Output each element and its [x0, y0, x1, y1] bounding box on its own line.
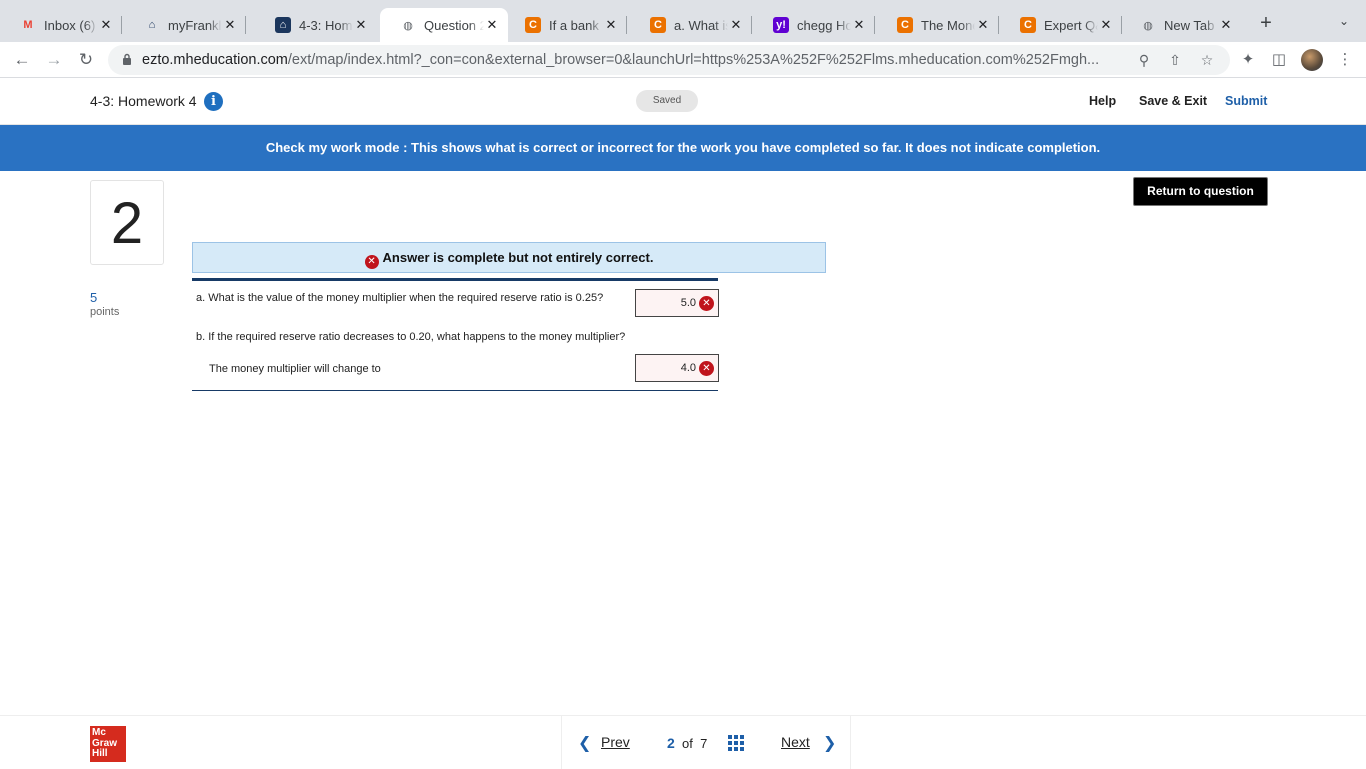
forward-arrow-icon[interactable]: → — [44, 50, 64, 70]
zoom-icon[interactable]: ⚲ — [1135, 51, 1153, 69]
result-status-text: Answer is complete but not entirely corr… — [382, 250, 654, 265]
assignment-title: 4-3: Homework 4 — [90, 93, 197, 109]
current-page: 2 — [667, 735, 675, 751]
answer-b-field[interactable]: 4.0 ✕ — [635, 354, 719, 382]
close-tab-icon[interactable]: ✕ — [353, 17, 369, 33]
browser-tab[interactable]: C The Mone ✕ — [877, 8, 999, 42]
incorrect-x-icon: ✕ — [699, 296, 714, 311]
answer-table-bottom-rule — [192, 390, 718, 391]
side-panel-icon[interactable]: ◫ — [1269, 50, 1289, 70]
tab-search-chevron-down-icon[interactable]: ⌄ — [1334, 14, 1354, 34]
chevron-right-icon[interactable]: ❯ — [823, 733, 836, 753]
browser-tab-title: chegg How — [797, 17, 851, 33]
browser-tab[interactable]: ⌂ myFranklin✕ — [124, 8, 246, 42]
answer-a-value: 5.0 — [680, 297, 696, 309]
browser-toolbar: ← → ↻ ezto.mheducation.com/ext/map/index… — [0, 42, 1366, 78]
chegg-icon: C — [1020, 17, 1036, 33]
browser-tab-title: 4-3: Home — [299, 17, 353, 33]
points-value: 5 — [90, 290, 98, 305]
browser-tab[interactable]: y! chegg How✕ — [753, 8, 875, 42]
browser-menu-icon[interactable]: ⋮ — [1335, 50, 1355, 70]
browser-tab[interactable]: M Inbox (6) - ✕ — [0, 8, 122, 42]
logo-line-3: Hill — [92, 748, 108, 759]
globe-icon: ◍ — [403, 19, 413, 32]
answer-b-value: 4.0 — [680, 362, 696, 374]
gmail-icon: M — [23, 19, 33, 31]
question-grid-icon[interactable] — [728, 735, 744, 751]
browser-tab[interactable]: Ca. What is ✕ — [630, 8, 752, 42]
error-x-icon: ✕ — [364, 255, 379, 269]
logo-line-1: Mc — [92, 727, 106, 738]
info-icon[interactable]: i — [204, 92, 223, 111]
submit-link[interactable]: Submit — [1225, 94, 1267, 108]
part-a-prompt: a. What is the value of the money multip… — [196, 292, 604, 304]
browser-tab[interactable]: C If a bank h✕ — [505, 8, 627, 42]
total-pages: 7 — [700, 736, 708, 751]
points-label: points — [90, 306, 120, 318]
chegg-icon: C — [897, 17, 913, 33]
answer-table-top-rule — [192, 278, 718, 281]
saved-status-badge: Saved — [636, 90, 698, 112]
footer-bar: Mc Graw Hill ❮ Prev 2 of 7 Next ❯ — [0, 715, 1366, 769]
bookmark-star-icon[interactable]: ☆ — [1198, 51, 1216, 69]
save-exit-link[interactable]: Save & Exit — [1139, 94, 1207, 108]
address-bar[interactable]: ezto.mheducation.com/ext/map/index.html?… — [108, 45, 1230, 75]
close-tab-icon[interactable]: ✕ — [603, 17, 619, 33]
browser-tab[interactable]: ◍ New Tab ✕ — [1120, 8, 1242, 42]
browser-tab-title: myFranklin — [168, 17, 222, 33]
browser-tab-title: Expert Q& — [1044, 17, 1098, 33]
browser-tab-title: a. What is — [674, 17, 728, 33]
browser-tab-title: The Mone — [921, 17, 975, 33]
globe-icon: ◍ — [1143, 19, 1153, 32]
browser-tab-title: If a bank h — [549, 17, 603, 33]
browser-tab-strip: + ⌄ MInbox (6) -✕⌂myFranklin✕⌂4-3: Home✕… — [0, 0, 1366, 42]
incorrect-x-icon: ✕ — [699, 361, 714, 376]
return-to-question-button[interactable]: Return to question — [1133, 177, 1268, 206]
url-text: ezto.mheducation.com/ext/map/index.html?… — [142, 52, 1100, 68]
close-tab-icon[interactable]: ✕ — [98, 17, 114, 33]
share-icon[interactable]: ⇧ — [1166, 51, 1184, 69]
browser-tab-title: Inbox (6) - — [44, 17, 98, 33]
franklin-icon: ⌂ — [148, 19, 156, 31]
close-tab-icon[interactable]: ✕ — [728, 17, 744, 33]
assignment-header: 4-3: Homework 4 i Saved Help Save & Exit… — [0, 78, 1366, 125]
check-my-work-banner: Check my work mode : This shows what is … — [0, 125, 1366, 171]
browser-tab[interactable]: ◍ Question 2 ✕ — [380, 8, 508, 42]
browser-tab-title: Question 2 — [424, 17, 484, 33]
help-link[interactable]: Help — [1089, 94, 1116, 108]
close-tab-icon[interactable]: ✕ — [222, 17, 238, 33]
mcgraw-hill-logo: Mc Graw Hill — [90, 726, 126, 762]
browser-tab[interactable]: ⌂ 4-3: Home✕ — [255, 8, 377, 42]
chegg-icon: C — [650, 17, 666, 33]
prev-button[interactable]: Prev — [601, 734, 630, 750]
pagination: ❮ Prev 2 of 7 Next ❯ — [561, 716, 851, 769]
close-tab-icon[interactable]: ✕ — [1218, 17, 1234, 33]
next-button[interactable]: Next — [781, 734, 810, 750]
part-b-label: The money multiplier will change to — [209, 363, 381, 375]
banner-text: Check my work mode : This shows what is … — [265, 140, 1101, 155]
reload-icon[interactable]: ↻ — [76, 50, 96, 70]
close-tab-icon[interactable]: ✕ — [484, 17, 500, 33]
answer-a-field[interactable]: 5.0 ✕ — [635, 289, 719, 317]
page-of: of — [682, 736, 693, 751]
profile-avatar[interactable] — [1301, 49, 1323, 71]
browser-tab-title: New Tab — [1164, 17, 1215, 33]
extensions-puzzle-icon[interactable]: ✦ — [1238, 50, 1258, 70]
chegg-icon: C — [525, 17, 541, 33]
browser-tab[interactable]: C Expert Q& ✕ — [1000, 8, 1122, 42]
yahoo-icon: y! — [773, 17, 789, 33]
chevron-left-icon[interactable]: ❮ — [578, 733, 591, 753]
franklin-icon: ⌂ — [275, 17, 291, 33]
result-status-box: ✕ Answer is complete but not entirely cor… — [192, 242, 826, 273]
close-tab-icon[interactable]: ✕ — [851, 17, 867, 33]
question-number: 2 — [90, 180, 164, 265]
page-indicator: 2 of 7 — [667, 735, 707, 751]
close-tab-icon[interactable]: ✕ — [975, 17, 991, 33]
new-tab-button[interactable]: + — [1256, 13, 1276, 33]
part-b-prompt: b. If the required reserve ratio decreas… — [196, 331, 626, 343]
lock-icon — [123, 53, 131, 65]
back-arrow-icon[interactable]: ← — [12, 50, 32, 70]
close-tab-icon[interactable]: ✕ — [1098, 17, 1114, 33]
